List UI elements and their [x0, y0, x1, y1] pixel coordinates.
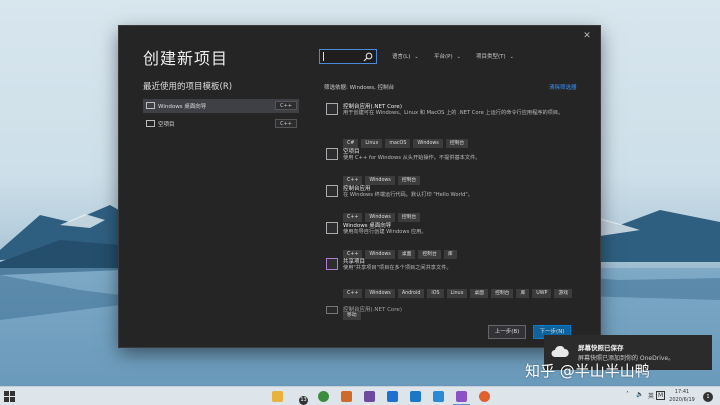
- project-type-filter-label: 项目类型(T): [476, 54, 506, 60]
- cloud-icon: [551, 346, 569, 357]
- template-description: 使用 C++ for Windows 从头开始操作。不提供基本文件。: [343, 155, 481, 161]
- template-name: 控制台应用: [343, 186, 371, 192]
- language-filter-label: 语言(L): [392, 54, 411, 60]
- tag: UWP: [532, 289, 552, 298]
- empty-project-icon: [326, 148, 338, 160]
- app-icon[interactable]: [387, 391, 398, 402]
- template-name: 空项目: [343, 149, 360, 155]
- template-console-app-dotnet-core[interactable]: 控制台应用(.NET Core) 用于创建可在 Windows、Linux 和 …: [324, 102, 589, 148]
- toast-title: 屏幕快照已保存: [578, 344, 624, 352]
- tag: Windows: [365, 289, 395, 298]
- recent-item-empty-project[interactable]: 空项目 C++: [143, 117, 299, 131]
- recent-item-windows-desktop-wizard[interactable]: Windows 桌面向导 C++: [143, 99, 299, 113]
- recent-item-label: 空项目: [158, 122, 175, 128]
- dialog-title: 创建新项目: [143, 49, 229, 68]
- chevron-down-icon: ⌄: [414, 54, 419, 60]
- platform-filter-label: 平台(P): [434, 54, 453, 60]
- volume-icon[interactable]: 🔈: [636, 391, 643, 398]
- notification-center-icon[interactable]: 1: [703, 392, 713, 402]
- chevron-up-icon[interactable]: ˄: [626, 391, 629, 398]
- edge-icon[interactable]: [410, 391, 421, 402]
- visual-studio-icon[interactable]: [453, 391, 470, 405]
- tag: 桌面: [470, 289, 489, 298]
- template-name: 控制台应用(.NET Core): [343, 307, 402, 313]
- chevron-down-icon: ⌄: [456, 54, 461, 60]
- template-windows-desktop-wizard[interactable]: Windows 桌面向导 使用向导自行创建 Windows 应用。 C++ Win…: [324, 221, 589, 259]
- windows-start-icon[interactable]: [4, 391, 15, 402]
- filter-status: 筛选依据: Windows, 控制台: [324, 85, 395, 91]
- console-app-icon: [326, 306, 338, 314]
- clear-filter-link[interactable]: 清除筛选器: [549, 83, 577, 91]
- taskbar: 13 ˄ 🔈 英 M 17:41 2020/6/19 1: [0, 386, 720, 405]
- project-type-filter-dropdown[interactable]: 项目类型(T) ⌄: [476, 52, 514, 60]
- template-shared-project[interactable]: 共享项目 使用"共享项目"项目在多个项目之间共享文件。 C++ Windows An…: [324, 257, 589, 320]
- template-description: 在 Windows 终端运行代码。默认打印 "Hello World"。: [343, 192, 473, 198]
- template-console-app-dotnet-core-partial[interactable]: 控制台应用(.NET Core): [324, 305, 589, 317]
- shared-project-icon: [326, 258, 338, 270]
- template-empty-project[interactable]: 空项目 使用 C++ for Windows 从头开始操作。不提供基本文件。 C…: [324, 147, 589, 185]
- template-description: 使用向导自行创建 Windows 应用。: [343, 229, 427, 235]
- github-icon[interactable]: [364, 391, 375, 402]
- recent-templates-heading: 最近使用的项目模板(R): [143, 82, 233, 92]
- back-button[interactable]: 上一步(B): [488, 325, 526, 339]
- vscode-icon[interactable]: [433, 391, 444, 402]
- explorer-badge: 13: [299, 396, 308, 405]
- clock-time: 17:41: [674, 389, 690, 395]
- matlab-icon[interactable]: [341, 391, 352, 402]
- language-filter-dropdown[interactable]: 语言(L) ⌄: [392, 52, 419, 60]
- input-language-indicator[interactable]: 英: [648, 391, 654, 400]
- platform-filter-dropdown[interactable]: 平台(P) ⌄: [434, 52, 461, 60]
- template-name: 共享项目: [343, 259, 366, 265]
- console-icon: [326, 185, 338, 197]
- template-description: 使用"共享项目"项目在多个项目之间共享文件。: [343, 265, 452, 271]
- chrome-icon[interactable]: [318, 391, 329, 402]
- tag: C++: [343, 289, 363, 298]
- template-name: 控制台应用(.NET Core): [343, 104, 402, 110]
- language-tag: C++: [275, 119, 297, 128]
- firefox-icon[interactable]: [479, 391, 490, 402]
- tag: iOS: [427, 289, 444, 298]
- system-clock[interactable]: 17:41 2020/6/19: [664, 388, 700, 404]
- file-explorer-icon[interactable]: [272, 391, 283, 402]
- template-search-input[interactable]: [319, 49, 377, 64]
- search-icon: [363, 52, 373, 62]
- tag: Android: [397, 289, 425, 298]
- window-icon: [146, 120, 155, 127]
- console-app-icon: [326, 103, 338, 115]
- window-icon: [326, 222, 338, 234]
- window-icon: [146, 102, 155, 109]
- tag: Linux: [446, 289, 468, 298]
- language-tag: C++: [275, 101, 297, 110]
- recent-item-label: Windows 桌面向导: [158, 104, 207, 110]
- tag: 游戏: [554, 289, 573, 298]
- watermark: 知乎 @半山半山鸭: [525, 362, 650, 380]
- clock-date: 2020/6/19: [669, 397, 695, 403]
- chevron-down-icon: ⌄: [509, 54, 514, 60]
- close-icon[interactable]: ✕: [580, 29, 594, 43]
- tag: 控制台: [491, 289, 514, 298]
- text-caret: [323, 52, 324, 61]
- create-project-dialog: ✕ 创建新项目 最近使用的项目模板(R) 语言(L) ⌄ 平台(P) ⌄ 项目类型(…: [119, 26, 600, 347]
- tag: 库: [516, 289, 530, 298]
- template-description: 用于创建可在 Windows、Linux 和 MacOS 上的 .NET Cor…: [343, 110, 564, 116]
- template-name: Windows 桌面向导: [343, 223, 392, 229]
- template-console-app[interactable]: 控制台应用 在 Windows 终端运行代码。默认打印 "Hello World…: [324, 184, 589, 222]
